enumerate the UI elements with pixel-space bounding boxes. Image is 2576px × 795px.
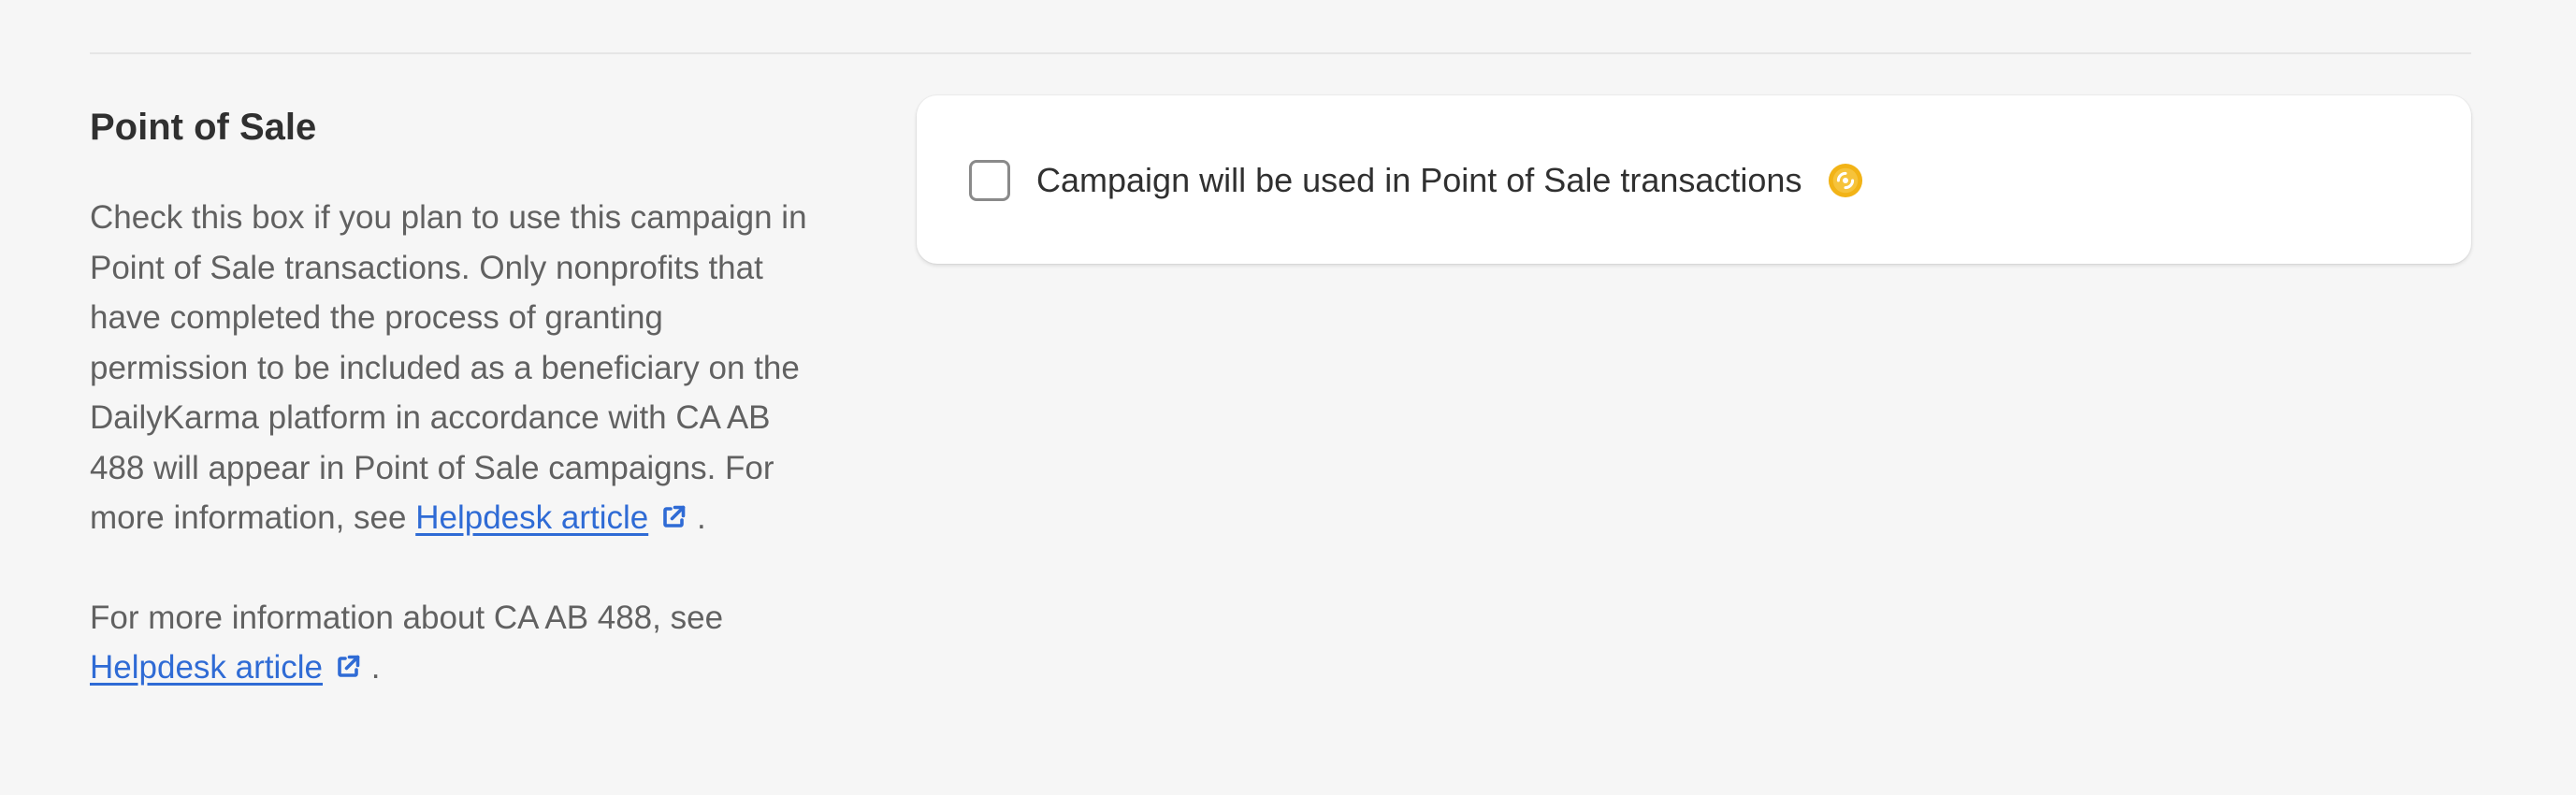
description-end: . — [696, 499, 706, 536]
point-of-sale-checkbox[interactable] — [969, 160, 1010, 201]
external-link-icon[interactable] — [334, 653, 362, 681]
section-title: Point of Sale — [90, 107, 317, 148]
point-of-sale-section-info: Point of Sale Check this box if you plan… — [90, 101, 819, 693]
section-divider — [90, 52, 2471, 54]
dailykarma-badge-icon — [1829, 163, 1863, 198]
point-of-sale-checkbox-row[interactable]: Campaign will be used in Point of Sale t… — [969, 157, 1863, 204]
checkbox-label[interactable]: Campaign will be used in Point of Sale t… — [1036, 157, 1802, 204]
helpdesk-article-link[interactable]: Helpdesk article — [415, 499, 648, 536]
helpdesk-article-link-ab488[interactable]: Helpdesk article — [90, 649, 323, 686]
point-of-sale-card: Campaign will be used in Point of Sale t… — [917, 95, 2471, 264]
description-text: Check this box if you plan to use this c… — [90, 199, 807, 536]
description-end: . — [370, 649, 381, 686]
settings-page: Point of Sale Check this box if you plan… — [0, 0, 2576, 795]
section-description-ab488: For more information about CA AB 488, se… — [90, 593, 819, 693]
section-description: Check this box if you plan to use this c… — [90, 193, 819, 543]
external-link-icon[interactable] — [659, 503, 687, 531]
description-text: For more information about CA AB 488, se… — [90, 599, 724, 636]
